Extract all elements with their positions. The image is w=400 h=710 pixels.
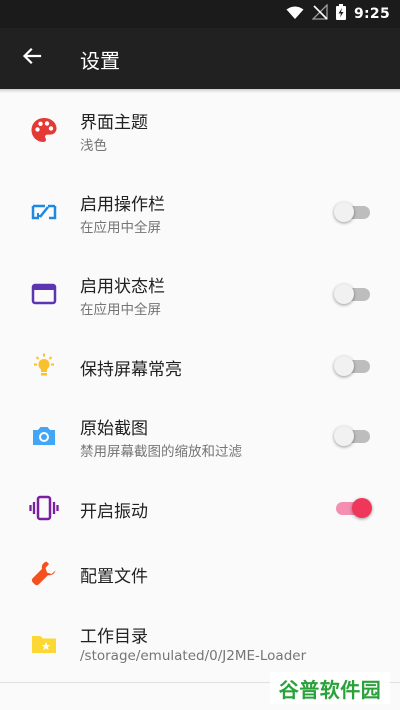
back-button[interactable] — [12, 38, 52, 78]
palette-icon — [28, 114, 60, 146]
setting-subtitle: /storage/emulated/0/J2ME-Loader — [80, 648, 307, 664]
folder-star-icon — [28, 628, 60, 660]
watermark: 谷普软件园 — [270, 672, 390, 704]
setting-title: 配置文件 — [80, 567, 148, 587]
setting-subtitle: 禁用屏幕截图的缩放和过滤 — [80, 444, 242, 460]
setting-screenshot[interactable]: 原始截图 禁用屏幕截图的缩放和过滤 — [0, 400, 400, 472]
arrow-back-icon — [22, 46, 42, 70]
camera-icon — [28, 420, 60, 452]
setting-subtitle: 在应用中全屏 — [80, 302, 161, 318]
wifi-icon — [286, 5, 304, 24]
vibration-icon — [28, 492, 60, 524]
setting-subtitle: 浅色 — [80, 138, 107, 154]
status-bar: 9:25 — [0, 0, 400, 28]
screen-on-switch[interactable] — [334, 356, 372, 376]
setting-actionbar[interactable]: 启用操作栏 在应用中全屏 — [0, 176, 400, 248]
setting-screen-on[interactable]: 保持屏幕常亮 — [0, 330, 400, 402]
switch-thumb — [352, 498, 372, 518]
statusbar-switch[interactable] — [334, 284, 372, 304]
setting-title: 启用操作栏 — [80, 195, 165, 215]
screenshot-switch[interactable] — [334, 426, 372, 446]
switch-thumb — [334, 284, 354, 304]
fullscreen-toggle-icon — [28, 196, 60, 228]
setting-title: 工作目录 — [80, 627, 148, 647]
setting-statusbar[interactable]: 启用状态栏 在应用中全屏 — [0, 258, 400, 330]
setting-title: 原始截图 — [80, 419, 148, 439]
switch-thumb — [334, 356, 354, 376]
setting-theme[interactable]: 界面主题 浅色 — [0, 94, 400, 166]
setting-title: 启用状态栏 — [80, 277, 165, 297]
setting-title: 界面主题 — [80, 113, 148, 133]
actionbar-switch[interactable] — [334, 202, 372, 222]
setting-subtitle: 在应用中全屏 — [80, 220, 161, 236]
setting-title: 保持屏幕常亮 — [80, 360, 182, 380]
switch-thumb — [334, 426, 354, 446]
switch-thumb — [334, 202, 354, 222]
page-title: 设置 — [80, 49, 120, 73]
lightbulb-icon — [28, 350, 60, 382]
app-bar-shadow — [0, 89, 400, 93]
window-icon — [28, 278, 60, 310]
app-bar: 设置 — [0, 28, 400, 89]
setting-title: 开启振动 — [80, 502, 148, 522]
setting-profiles[interactable]: 配置文件 — [0, 537, 400, 609]
battery-charging-icon — [335, 4, 346, 24]
wrench-icon — [28, 557, 60, 589]
setting-vibration[interactable]: 开启振动 — [0, 472, 400, 544]
no-signal-icon — [311, 3, 328, 24]
setting-workdir[interactable]: 工作目录 /storage/emulated/0/J2ME-Loader — [0, 608, 400, 680]
vibration-switch[interactable] — [334, 498, 372, 518]
clock: 9:25 — [353, 6, 390, 22]
